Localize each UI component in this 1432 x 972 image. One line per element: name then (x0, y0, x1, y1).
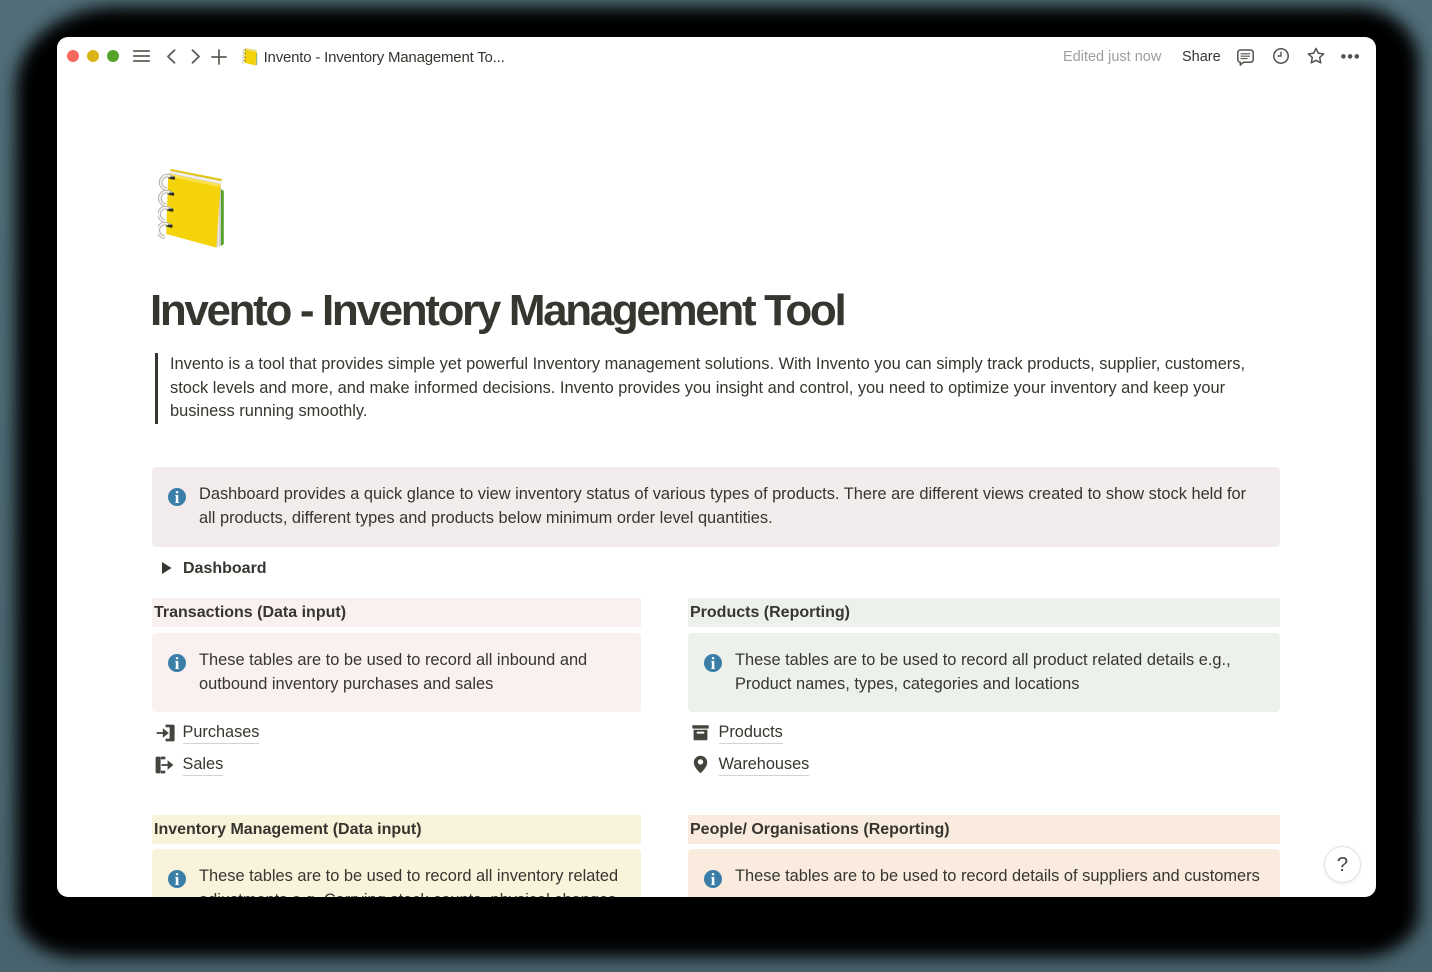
svg-text:i: i (174, 488, 179, 506)
svg-text:i: i (710, 870, 715, 888)
svg-text:i: i (174, 870, 179, 888)
svg-text:i: i (174, 654, 179, 672)
svg-text:i: i (710, 654, 715, 672)
